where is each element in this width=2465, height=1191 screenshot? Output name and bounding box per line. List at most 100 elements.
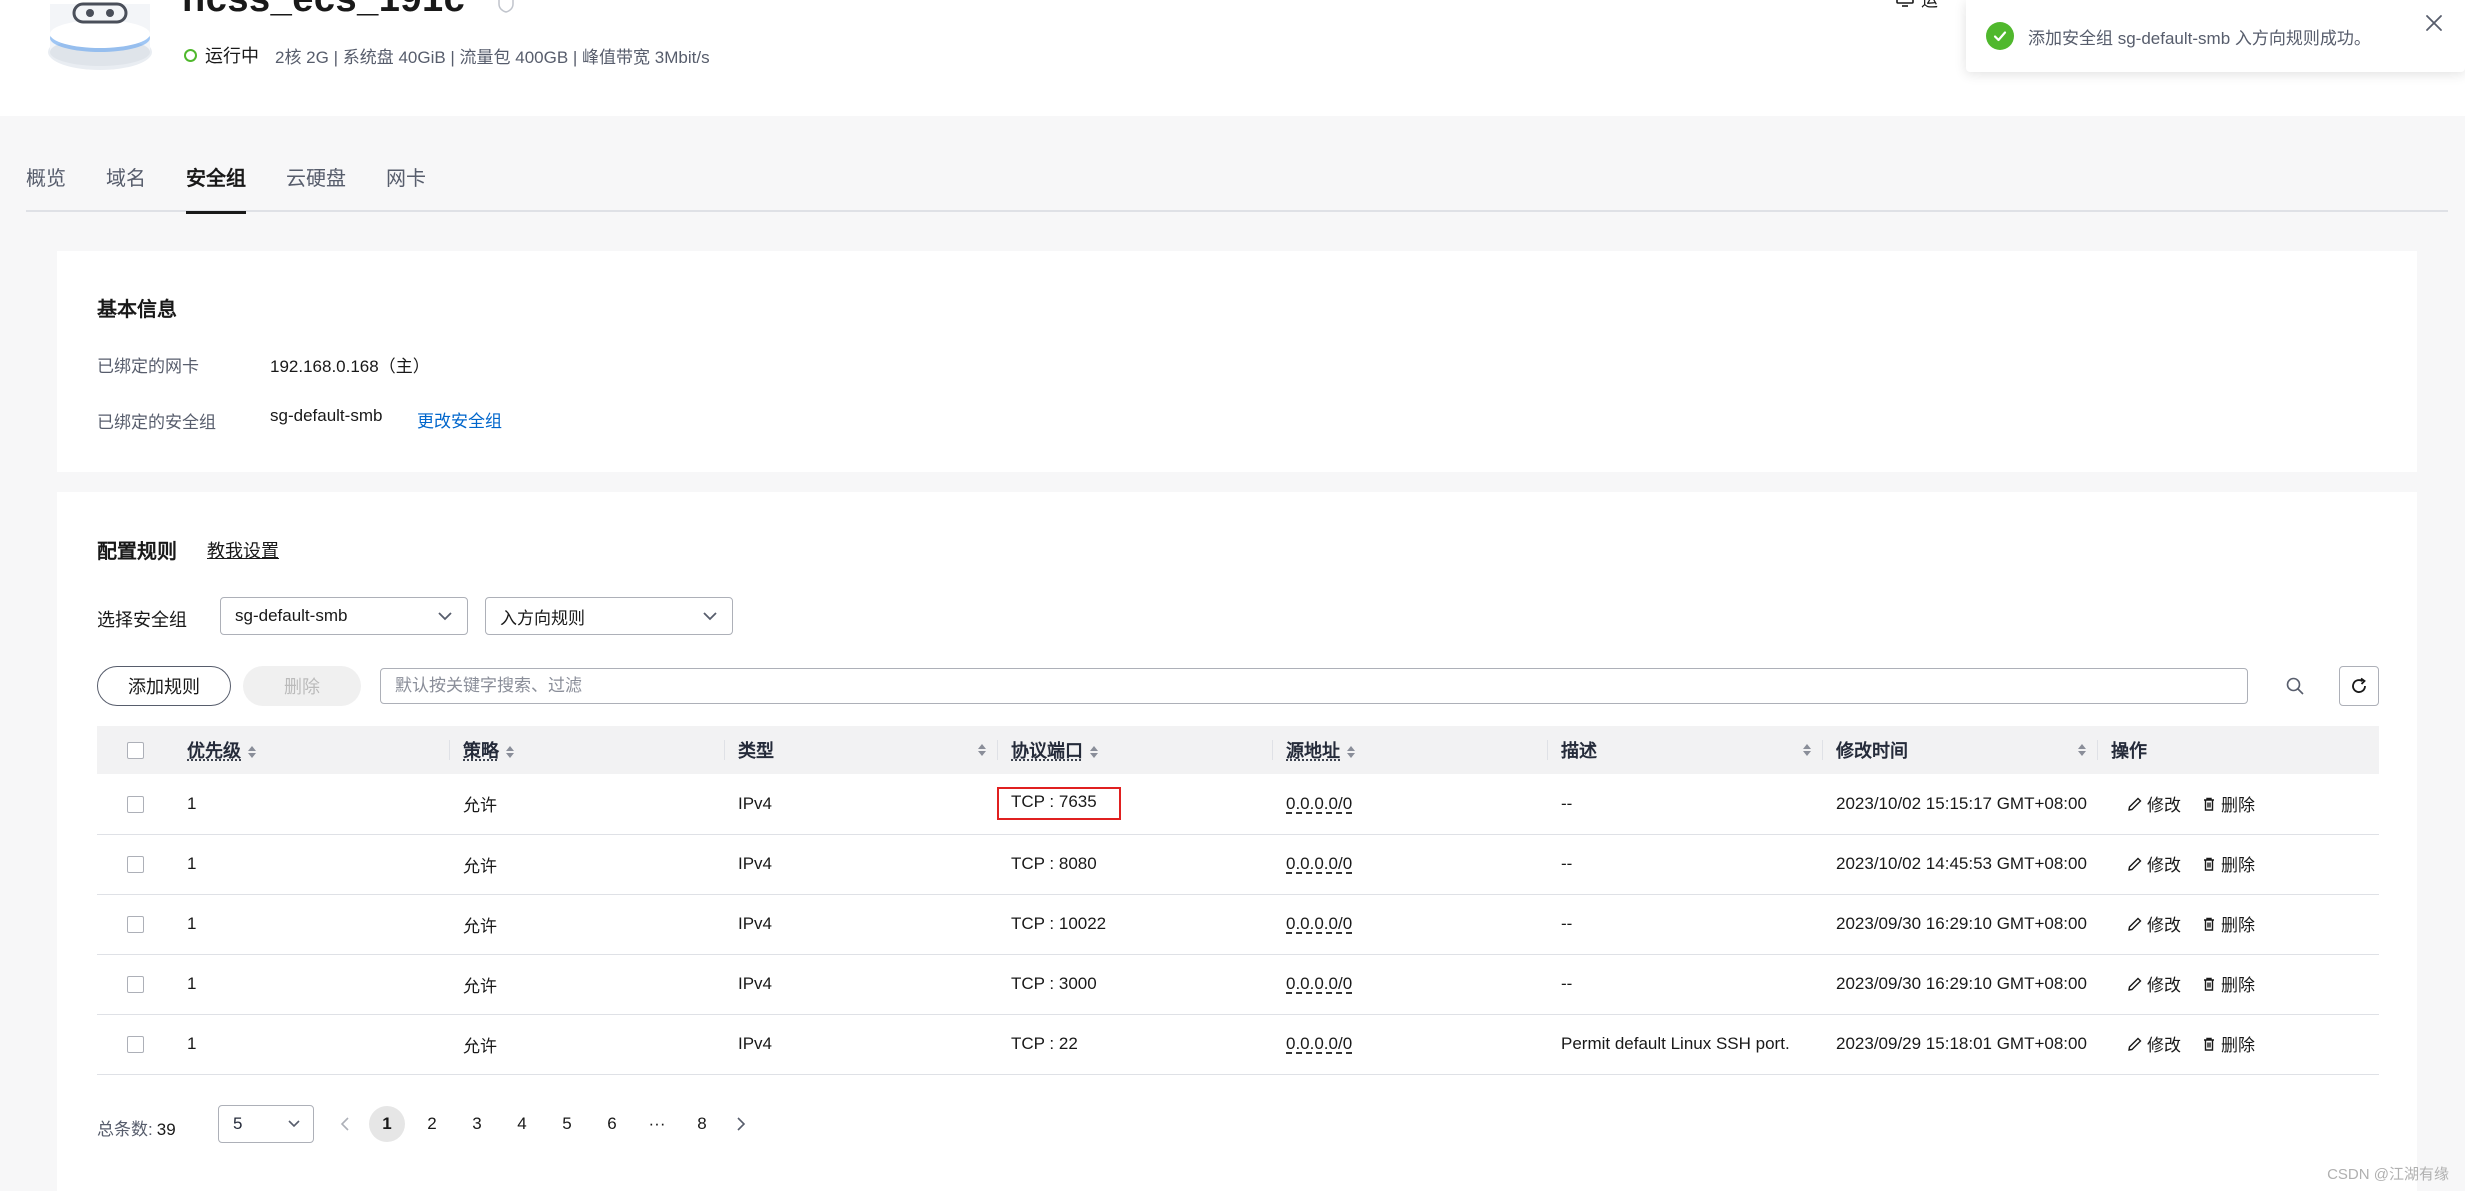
filter-icon[interactable] <box>977 743 987 757</box>
next-page-button[interactable] <box>729 1106 753 1142</box>
page-button[interactable]: 5 <box>549 1106 585 1142</box>
col-protocol-port[interactable]: 协议端口 <box>997 726 1272 774</box>
col-actions-label: 操作 <box>2111 741 2147 761</box>
filter-icon[interactable] <box>1802 743 1812 757</box>
source-cell: 0.0.0.0/0 <box>1272 774 1547 835</box>
row-checkbox[interactable] <box>127 1036 144 1054</box>
tab-cloud-disk[interactable]: 云硬盘 <box>286 150 346 212</box>
source-value[interactable]: 0.0.0.0/0 <box>1286 794 1352 813</box>
close-icon[interactable] <box>2423 12 2445 34</box>
favorite-shield-icon[interactable] <box>496 0 516 14</box>
page-button[interactable]: 2 <box>414 1106 450 1142</box>
page-button[interactable]: 4 <box>504 1106 540 1142</box>
row-checkbox[interactable] <box>127 856 144 874</box>
description-cell: -- <box>1547 894 1822 955</box>
delete-button[interactable]: 删除 <box>243 666 361 706</box>
search-icon[interactable] <box>2285 676 2305 696</box>
port-value: TCP : 3000 <box>1011 974 1097 993</box>
nic-value: 192.168.0.168（主） <box>270 357 430 376</box>
col-source-label: 源地址 <box>1286 741 1340 761</box>
add-rule-button[interactable]: 添加规则 <box>97 666 231 706</box>
row-checkbox[interactable] <box>127 916 144 934</box>
col-modified[interactable]: 修改时间 <box>1822 726 2097 774</box>
delete-rule-button[interactable]: 删除 <box>2201 851 2255 876</box>
col-type[interactable]: 类型 <box>724 726 997 774</box>
actions-cell: 修改 删除 <box>2097 774 2379 835</box>
select-all-checkbox[interactable] <box>127 742 144 760</box>
edit-rule-button[interactable]: 修改 <box>2127 1031 2181 1056</box>
column-divider <box>1272 740 1273 760</box>
port-cell: TCP : 8080 <box>997 834 1272 895</box>
row-checkbox[interactable] <box>127 795 144 813</box>
server-name: hcss_ecs_191c <box>182 0 465 21</box>
edit-rule-button[interactable]: 修改 <box>2127 911 2181 936</box>
tab-nic[interactable]: 网卡 <box>386 150 426 212</box>
port-cell: TCP : 10022 <box>997 894 1272 955</box>
sort-icon[interactable] <box>1346 745 1356 759</box>
column-divider <box>997 740 998 760</box>
actions-cell: 修改 删除 <box>2097 1014 2379 1075</box>
col-policy[interactable]: 策略 <box>449 726 724 774</box>
column-divider <box>724 740 725 760</box>
page-ellipsis[interactable]: ··· <box>639 1106 675 1142</box>
rules-title: 配置规则 <box>97 541 177 563</box>
refresh-button[interactable] <box>2339 666 2379 706</box>
search-input[interactable] <box>380 668 2248 704</box>
edit-rule-button[interactable]: 修改 <box>2127 791 2181 816</box>
change-sg-link[interactable]: 更改安全组 <box>417 407 502 432</box>
col-policy-label: 策略 <box>463 741 499 761</box>
delete-rule-button[interactable]: 删除 <box>2201 1031 2255 1056</box>
delete-rule-button[interactable]: 删除 <box>2201 911 2255 936</box>
edit-label: 修改 <box>2147 856 2181 876</box>
page-button[interactable]: 6 <box>594 1106 630 1142</box>
sort-icon[interactable] <box>505 745 515 759</box>
tab-overview[interactable]: 概览 <box>26 150 66 212</box>
delete-label: 删除 <box>2221 796 2255 815</box>
sort-icon[interactable] <box>2077 743 2087 757</box>
tab-domain[interactable]: 域名 <box>106 150 146 212</box>
port-cell: TCP : 22 <box>997 1014 1272 1075</box>
edit-rule-button[interactable]: 修改 <box>2127 851 2181 876</box>
edit-icon <box>2128 797 2142 811</box>
direction-select[interactable]: 入方向规则 <box>485 597 733 635</box>
source-cell: 0.0.0.0/0 <box>1272 954 1547 1015</box>
help-link[interactable]: 教我设置 <box>207 537 279 563</box>
column-divider <box>1547 740 1548 760</box>
col-description[interactable]: 描述 <box>1547 726 1822 774</box>
refresh-icon <box>2352 677 2366 693</box>
source-value[interactable]: 0.0.0.0/0 <box>1286 974 1352 993</box>
col-actions: 操作 <box>2097 726 2379 774</box>
trash-icon <box>2204 857 2214 871</box>
source-value[interactable]: 0.0.0.0/0 <box>1286 854 1352 873</box>
edit-icon <box>2128 977 2142 991</box>
sort-icon[interactable] <box>1089 745 1099 759</box>
delete-rule-button[interactable]: 删除 <box>2201 791 2255 816</box>
sort-icon[interactable] <box>247 745 257 759</box>
edit-rule-button[interactable]: 修改 <box>2127 971 2181 996</box>
row-checkbox[interactable] <box>127 976 144 994</box>
rules-table-body: 1 允许 IPv4 TCP : 7635 0.0.0.0/0 -- 2023/10/02 1… <box>97 774 2379 1075</box>
page-button[interactable]: 1 <box>369 1106 405 1142</box>
priority-cell: 1 <box>173 954 449 1015</box>
source-value[interactable]: 0.0.0.0/0 <box>1286 914 1352 933</box>
toast-message: 添加安全组 sg-default-smb 入方向规则成功。 <box>2028 28 2371 48</box>
page-button[interactable]: 3 <box>459 1106 495 1142</box>
delete-rule-button[interactable]: 删除 <box>2201 971 2255 996</box>
col-source[interactable]: 源地址 <box>1272 726 1547 774</box>
page-button[interactable]: 8 <box>684 1106 720 1142</box>
prev-page-button[interactable] <box>333 1106 357 1142</box>
description-cell: -- <box>1547 774 1822 835</box>
col-priority[interactable]: 优先级 <box>173 726 449 774</box>
priority-cell: 1 <box>173 1014 449 1075</box>
source-value[interactable]: 0.0.0.0/0 <box>1286 1034 1352 1053</box>
instance-tabs: 概览 域名 安全组 云硬盘 网卡 <box>26 150 2448 214</box>
tab-security-group[interactable]: 安全组 <box>186 150 246 214</box>
page-size-select[interactable]: 5 <box>218 1105 314 1143</box>
table-row: 1 允许 IPv4 TCP : 7635 0.0.0.0/0 -- 2023/10/02 1… <box>97 774 2379 835</box>
total-value: 39 <box>156 1120 176 1139</box>
col-type-label: 类型 <box>738 741 774 761</box>
description-cell: -- <box>1547 954 1822 1015</box>
top-remote-action[interactable]: 运 <box>1895 0 1938 11</box>
security-group-select[interactable]: sg-default-smb <box>220 597 468 635</box>
priority-cell: 1 <box>173 774 449 835</box>
